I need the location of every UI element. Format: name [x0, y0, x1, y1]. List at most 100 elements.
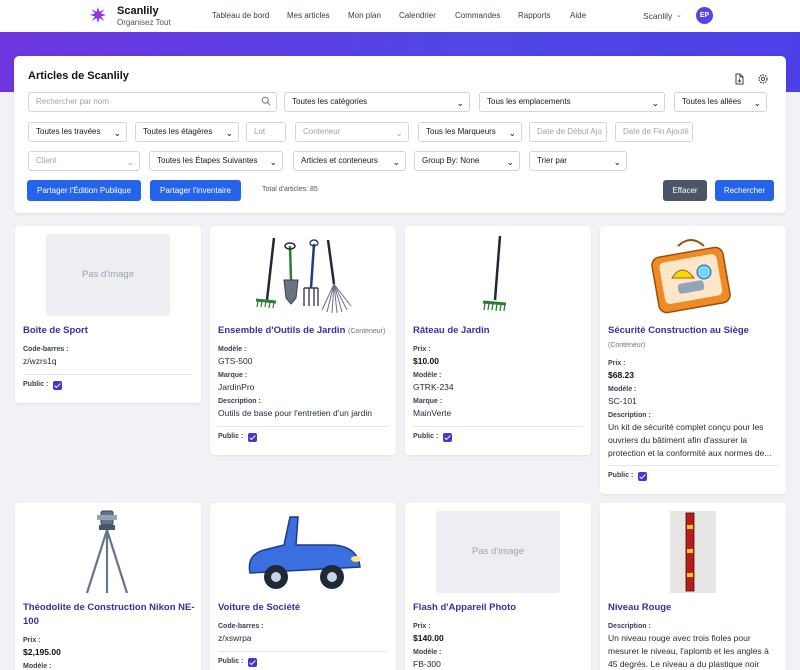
divider	[413, 426, 583, 427]
price-label: Prix :	[608, 360, 626, 367]
price-value: $2,195.00	[23, 647, 61, 657]
brand-label: Marque :	[413, 398, 443, 405]
garden-tools-image	[255, 237, 352, 314]
nav-dashboard[interactable]: Tableau de bord	[212, 11, 269, 20]
chevron-down-icon: ⌄	[225, 128, 233, 138]
shelf-select-value: Toutes les étagères	[143, 127, 213, 136]
chevron-down-icon: ⌄	[113, 128, 121, 138]
nav-my-plan[interactable]: Mon plan	[348, 11, 381, 20]
search-icon[interactable]	[261, 96, 271, 106]
gear-icon[interactable]	[757, 73, 769, 85]
item-title[interactable]: Ensemble d'Outils de Jardin (Conteneur)	[218, 324, 390, 339]
item-card[interactable]: Râteau de Jardin Prix : $10.00 Modèle : …	[405, 226, 591, 455]
nav-help[interactable]: Aide	[570, 11, 586, 20]
brand-value: MainVerte	[413, 408, 452, 418]
item-type-select[interactable]: Articles et conteneurs ⌄	[293, 151, 406, 171]
chevron-down-icon: ⌄	[126, 157, 134, 167]
share-public-edit-button[interactable]: Partager l'Édition Publique	[27, 180, 141, 201]
item-type-select-value: Articles et conteneurs	[301, 156, 378, 165]
price-value: $68.23	[608, 370, 634, 380]
barcode-value: z/xswrpa	[218, 633, 252, 643]
item-title[interactable]: Boîte de Sport	[23, 324, 195, 338]
chevron-down-icon: ⌄	[269, 157, 277, 167]
nav-my-items[interactable]: Mes articles	[287, 11, 330, 20]
date-start-input[interactable]: Date de Début Ajo	[529, 122, 607, 142]
item-title[interactable]: Niveau Rouge	[608, 601, 780, 615]
item-card[interactable]: Voiture de Société Code-barres : z/xswrp…	[210, 503, 396, 670]
filter-panel: Articles de Scanlily Rechercher par nom …	[14, 56, 786, 213]
chevron-down-icon: ⌄	[395, 128, 403, 138]
item-title[interactable]: Voiture de Société	[218, 601, 390, 615]
date-start-placeholder: Date de Début Ajo	[537, 127, 602, 136]
scanlily-logo-icon[interactable]	[90, 7, 106, 23]
nav-reports[interactable]: Rapports	[518, 11, 550, 20]
chevron-down-icon[interactable]: ⌄	[676, 11, 682, 19]
price-value: $140.00	[413, 633, 444, 643]
next-steps-select[interactable]: Toutes les Étapes Suivantes ⌄	[149, 151, 283, 171]
share-inventory-button[interactable]: Partager l'inventaire	[150, 180, 241, 201]
lot-input[interactable]: Lot	[246, 122, 286, 142]
lot-placeholder: Lot	[254, 127, 266, 136]
public-checkbox[interactable]	[443, 433, 452, 442]
group-by-select[interactable]: Group By: None ⌄	[414, 151, 520, 171]
container-placeholder: Conteneur	[303, 127, 341, 136]
aisle-select[interactable]: Toutes les allées ⌄	[674, 92, 767, 112]
search-input[interactable]: Rechercher par nom	[28, 92, 277, 112]
divider	[608, 465, 778, 466]
account-menu[interactable]: Scanlily	[643, 11, 672, 21]
car-image	[248, 516, 361, 589]
item-card[interactable]: Niveau Rouge Description : Un niveau rou…	[600, 503, 786, 670]
avatar[interactable]: EP	[696, 7, 713, 24]
top-navbar: Scanlily Organisez Tout Tableau de bord …	[0, 0, 800, 32]
nav-orders[interactable]: Commandes	[455, 11, 500, 20]
item-image	[15, 503, 201, 599]
brand-name[interactable]: Scanlily	[117, 5, 159, 17]
description-label: Description :	[608, 412, 651, 419]
date-end-input[interactable]: Date de Fin Ajouté	[615, 122, 693, 142]
divider	[23, 374, 193, 375]
item-card[interactable]: Théodolite de Construction Nikon NE-100 …	[15, 503, 201, 670]
item-card[interactable]: Sécurité Construction au Siège (Conteneu…	[600, 226, 786, 494]
sort-by-select[interactable]: Trier par ⌄	[529, 151, 627, 171]
export-file-icon[interactable]	[733, 73, 745, 85]
public-checkbox[interactable]	[638, 472, 647, 481]
model-label: Modèle :	[413, 372, 442, 379]
item-title[interactable]: Sécurité Construction au Siège	[608, 324, 780, 338]
marker-select[interactable]: Tous les Marqueurs ⌄	[418, 122, 522, 142]
price-label: Prix :	[413, 623, 431, 630]
location-select-value: Tous les emplacements	[487, 97, 571, 106]
public-checkbox[interactable]	[53, 381, 62, 390]
location-select[interactable]: Tous les emplacements ⌄	[479, 92, 665, 112]
item-card[interactable]: Pas d'image Boîte de Sport Code-barres :…	[15, 226, 201, 403]
price-label: Prix :	[23, 637, 41, 644]
public-checkbox[interactable]	[248, 433, 257, 442]
model-label: Modèle :	[23, 663, 52, 670]
item-image	[210, 226, 396, 322]
item-title[interactable]: Râteau de Jardin	[413, 324, 585, 338]
item-image	[600, 503, 786, 599]
item-card[interactable]: Ensemble d'Outils de Jardin (Conteneur) …	[210, 226, 396, 455]
clear-button[interactable]: Effacer	[663, 180, 707, 201]
item-title[interactable]: Théodolite de Construction Nikon NE-100	[23, 601, 195, 629]
divider	[218, 651, 388, 652]
brand-tagline: Organisez Tout	[117, 18, 171, 27]
divider	[218, 426, 388, 427]
item-title-text[interactable]: Ensemble d'Outils de Jardin	[218, 325, 345, 336]
nav-calendar[interactable]: Calendrier	[399, 11, 436, 20]
bay-select[interactable]: Toutes les travées ⌄	[28, 122, 127, 142]
model-label: Modèle :	[413, 649, 442, 656]
client-placeholder: Client	[36, 156, 57, 165]
model-label: Modèle :	[218, 346, 247, 353]
category-select[interactable]: Toutes les catégories ⌄	[284, 92, 470, 112]
shelf-select[interactable]: Toutes les étagères ⌄	[135, 122, 239, 142]
search-button[interactable]: Rechercher	[715, 180, 774, 201]
item-card[interactable]: Pas d'image Flash d'Appareil Photo Prix …	[405, 503, 591, 670]
chevron-down-icon: ⌄	[506, 157, 514, 167]
chevron-down-icon: ⌄	[613, 157, 621, 167]
public-checkbox[interactable]	[248, 658, 257, 667]
client-select[interactable]: Client ⌄	[28, 151, 140, 171]
item-image	[405, 226, 591, 322]
item-image	[210, 503, 396, 599]
item-title[interactable]: Flash d'Appareil Photo	[413, 601, 585, 615]
container-select[interactable]: Conteneur ⌄	[295, 122, 409, 142]
